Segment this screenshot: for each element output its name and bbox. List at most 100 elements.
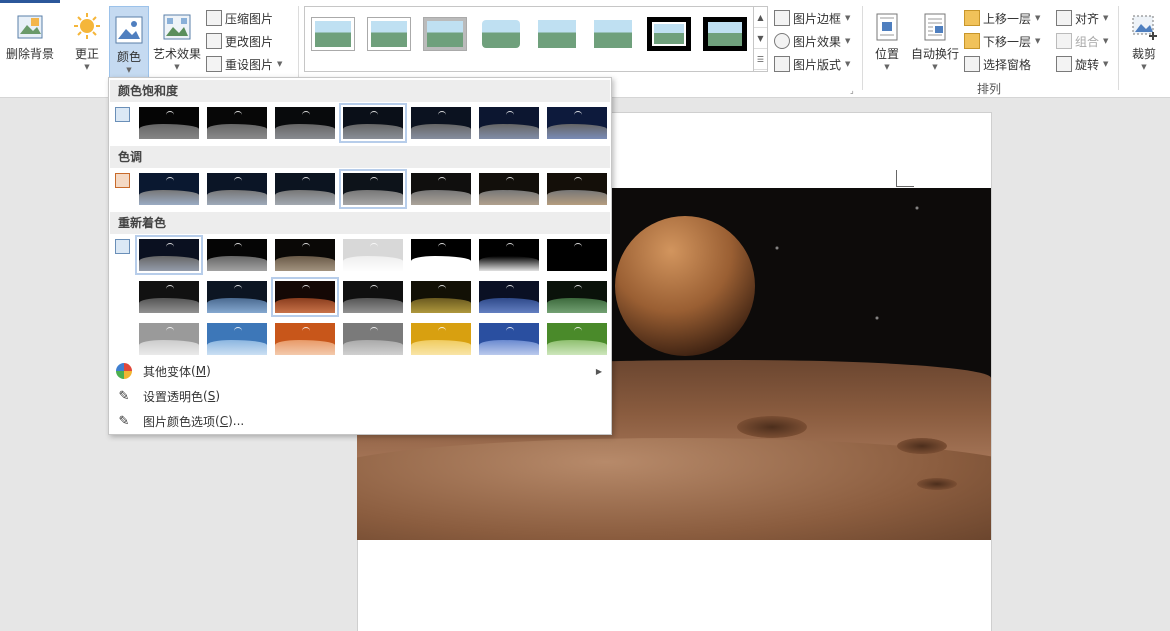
tone-option-6[interactable] bbox=[478, 172, 540, 206]
picture-style-7[interactable] bbox=[647, 17, 691, 51]
corrections-button[interactable]: 更正 ▼ bbox=[68, 4, 106, 74]
crater-graphic bbox=[917, 478, 957, 490]
selection-pane-button[interactable]: 选择窗格 bbox=[964, 54, 1031, 74]
crater-graphic bbox=[897, 438, 947, 454]
dialog-launcher-icon[interactable]: ⌟ bbox=[850, 86, 854, 95]
group-button[interactable]: 组合 ▼ bbox=[1056, 31, 1108, 51]
artistic-effects-icon bbox=[163, 14, 191, 40]
ribbon-active-tab-indicator bbox=[0, 0, 60, 3]
compress-pictures-button[interactable]: 压缩图片 bbox=[206, 8, 273, 28]
saturation-option-7[interactable] bbox=[546, 106, 608, 140]
recolor-option-1[interactable] bbox=[135, 235, 203, 275]
rotate-button[interactable]: 旋转 ▼ bbox=[1056, 54, 1108, 74]
recolor-option-19[interactable] bbox=[410, 322, 472, 356]
wrap-text-button[interactable]: 自动换行 ▼ bbox=[908, 4, 962, 74]
tone-option-2[interactable] bbox=[206, 172, 268, 206]
remove-background-button[interactable]: 删除背景 bbox=[4, 4, 56, 74]
picture-layout-button[interactable]: 图片版式 ▼ bbox=[774, 54, 850, 74]
saturation-option-4[interactable] bbox=[339, 103, 407, 143]
picture-style-2[interactable] bbox=[367, 17, 411, 51]
recolor-option-2[interactable] bbox=[206, 238, 268, 272]
gallery-more-icon[interactable]: ☰ bbox=[754, 49, 767, 70]
tone-option-3[interactable] bbox=[274, 172, 336, 206]
color-wheel-icon bbox=[115, 362, 133, 380]
picture-border-button[interactable]: 图片边框 ▼ bbox=[774, 8, 850, 28]
recolor-option-13[interactable] bbox=[478, 280, 540, 314]
group-icon bbox=[1056, 33, 1072, 49]
selection-pane-icon bbox=[964, 56, 980, 72]
more-variations-accesskey: M bbox=[195, 364, 207, 378]
recolor-option-16[interactable] bbox=[206, 322, 268, 356]
recolor-option-12[interactable] bbox=[410, 280, 472, 314]
picture-style-4[interactable] bbox=[479, 17, 523, 51]
recolor-option-21[interactable] bbox=[546, 322, 608, 356]
set-transparent-color-item[interactable]: ✎ 设置透明色(S) bbox=[110, 384, 610, 408]
recolor-option-5[interactable] bbox=[410, 238, 472, 272]
chevron-down-icon: ▼ bbox=[845, 37, 851, 45]
picture-effects-button[interactable]: 图片效果 ▼ bbox=[774, 31, 850, 51]
recolor-option-7[interactable] bbox=[546, 238, 608, 272]
recolor-option-11[interactable] bbox=[342, 280, 404, 314]
recolor-option-17[interactable] bbox=[274, 322, 336, 356]
scroll-up-icon[interactable]: ▲ bbox=[754, 7, 767, 28]
picture-style-3[interactable] bbox=[423, 17, 467, 51]
chevron-down-icon: ▼ bbox=[1035, 14, 1041, 22]
tone-option-5[interactable] bbox=[410, 172, 472, 206]
chevron-down-icon: ▼ bbox=[884, 63, 890, 71]
recolor-option-8[interactable] bbox=[138, 280, 200, 314]
picture-color-options-item[interactable]: ✎ 图片颜色选项(C)... bbox=[110, 409, 610, 433]
picture-style-1[interactable] bbox=[311, 17, 355, 51]
recolor-option-3[interactable] bbox=[274, 238, 336, 272]
color-button[interactable]: 颜色 ▼ bbox=[109, 6, 149, 78]
saturation-option-2[interactable] bbox=[206, 106, 268, 140]
send-backward-icon bbox=[964, 33, 980, 49]
bring-forward-button[interactable]: 上移一层 ▼ bbox=[964, 8, 1040, 28]
recolor-option-14[interactable] bbox=[546, 280, 608, 314]
reset-picture-button[interactable]: 重设图片 ▼ bbox=[206, 54, 282, 74]
chevron-down-icon: ▼ bbox=[1103, 14, 1109, 22]
rotate-icon bbox=[1056, 56, 1072, 72]
recolor-option-18[interactable] bbox=[342, 322, 404, 356]
artistic-effects-button[interactable]: 艺术效果 ▼ bbox=[150, 4, 204, 74]
recolor-option-15[interactable] bbox=[138, 322, 200, 356]
picture-style-5[interactable] bbox=[535, 17, 579, 51]
border-icon bbox=[774, 10, 790, 26]
ellipsis: ... bbox=[232, 414, 245, 428]
wrap-text-label: 自动换行 bbox=[910, 47, 959, 61]
saturation-option-6[interactable] bbox=[478, 106, 540, 140]
position-button[interactable]: 位置 ▼ bbox=[868, 4, 906, 74]
tone-option-4[interactable] bbox=[339, 169, 407, 209]
recolor-option-20[interactable] bbox=[478, 322, 540, 356]
saturation-option-5[interactable] bbox=[410, 106, 472, 140]
tone-option-1[interactable] bbox=[138, 172, 200, 206]
planet-graphic bbox=[615, 216, 755, 356]
recolor-option-6[interactable] bbox=[478, 238, 540, 272]
send-backward-button[interactable]: 下移一层 ▼ bbox=[964, 31, 1040, 51]
saturation-section-title: 颜色饱和度 bbox=[110, 80, 610, 102]
chevron-down-icon: ▼ bbox=[845, 60, 851, 68]
gallery-scrollbar[interactable]: ▲ ▼ ☰ bbox=[753, 7, 767, 71]
crop-button[interactable]: 裁剪 ▼ bbox=[1124, 4, 1164, 74]
crop-label: 裁剪 bbox=[1131, 47, 1156, 61]
saturation-option-1[interactable] bbox=[138, 106, 200, 140]
picture-style-6[interactable] bbox=[591, 17, 635, 51]
selection-pane-label: 选择窗格 bbox=[983, 57, 1032, 72]
recolor-option-10[interactable] bbox=[271, 277, 339, 317]
recolor-option-9[interactable] bbox=[206, 280, 268, 314]
picture-style-8[interactable] bbox=[703, 17, 747, 51]
group-divider bbox=[862, 6, 863, 90]
more-variations-item[interactable]: 其他变体(M) ▶ bbox=[110, 359, 610, 383]
chevron-down-icon: ▼ bbox=[845, 14, 851, 22]
tone-option-7[interactable] bbox=[546, 172, 608, 206]
chevron-down-icon: ▼ bbox=[1103, 37, 1109, 45]
chevron-down-icon: ▼ bbox=[277, 60, 283, 68]
align-button[interactable]: 对齐 ▼ bbox=[1056, 8, 1108, 28]
bring-forward-icon bbox=[964, 10, 980, 26]
recolor-option-4[interactable] bbox=[342, 238, 404, 272]
change-picture-button[interactable]: 更改图片 bbox=[206, 31, 273, 51]
position-label: 位置 bbox=[874, 47, 899, 61]
crater-graphic bbox=[737, 416, 807, 438]
wrap-text-icon bbox=[924, 13, 946, 41]
scroll-down-icon[interactable]: ▼ bbox=[754, 28, 767, 49]
saturation-option-3[interactable] bbox=[274, 106, 336, 140]
